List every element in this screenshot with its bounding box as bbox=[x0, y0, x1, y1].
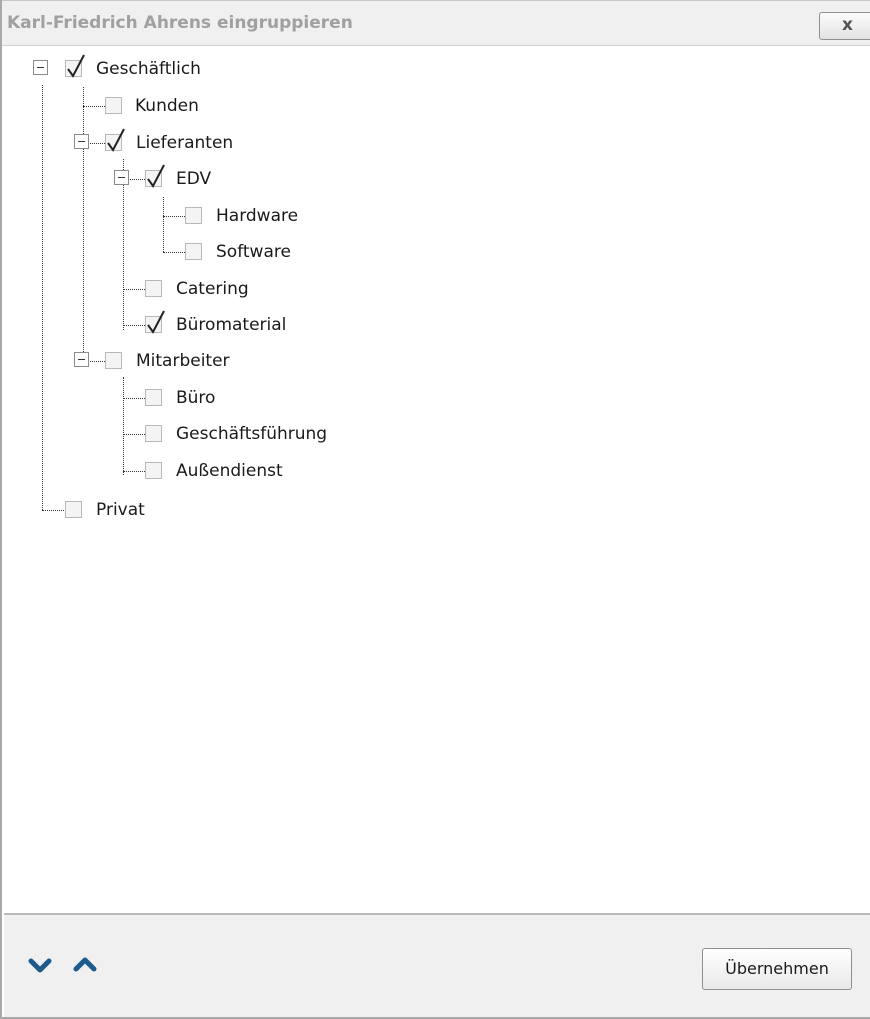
tree-connector bbox=[163, 197, 164, 252]
checkbox-privat[interactable] bbox=[65, 501, 82, 518]
tree-connector bbox=[90, 361, 105, 362]
tree-item-label[interactable]: Büromaterial bbox=[176, 315, 286, 335]
minus-icon bbox=[118, 177, 125, 178]
minus-icon bbox=[37, 67, 44, 68]
dialog-window: Karl-Friedrich Ahrens eingruppieren x Ge… bbox=[0, 0, 870, 1019]
checkmark-icon bbox=[147, 310, 165, 334]
checkbox-geschaeftsfuehrung[interactable] bbox=[145, 425, 162, 442]
tree-item-label[interactable]: Catering bbox=[176, 279, 249, 299]
chevron-up-icon bbox=[73, 957, 97, 972]
tree-connector bbox=[42, 510, 64, 511]
title-bar: Karl-Friedrich Ahrens eingruppieren x bbox=[2, 0, 870, 46]
tree-item-label[interactable]: Außendienst bbox=[176, 461, 283, 481]
checkbox-edv[interactable] bbox=[145, 164, 165, 188]
tree-item-label[interactable]: Hardware bbox=[216, 206, 298, 226]
tree-connector bbox=[123, 434, 145, 435]
apply-button[interactable]: Übernehmen bbox=[702, 948, 852, 990]
checkbox-hardware[interactable] bbox=[185, 207, 202, 224]
tree-connector bbox=[42, 85, 43, 510]
checkbox-bueromaterial[interactable] bbox=[145, 310, 165, 334]
tree-item-label[interactable]: Geschäftlich bbox=[96, 59, 201, 79]
collapse-toggle[interactable] bbox=[33, 60, 48, 75]
tree-item-label[interactable]: EDV bbox=[176, 169, 211, 189]
close-button[interactable]: x bbox=[819, 12, 870, 40]
collapse-toggle[interactable] bbox=[114, 170, 129, 185]
tree-connector bbox=[163, 216, 185, 217]
checkmark-icon bbox=[147, 164, 165, 188]
tree-connector bbox=[123, 471, 145, 472]
collapse-toggle[interactable] bbox=[74, 134, 89, 149]
checkbox-lieferanten[interactable] bbox=[105, 128, 125, 152]
tree-connector bbox=[130, 179, 145, 180]
checkbox-geschaeftlich[interactable] bbox=[65, 54, 85, 78]
move-down-button[interactable] bbox=[28, 957, 52, 975]
checkbox-aussendienst[interactable] bbox=[145, 462, 162, 479]
tree-connector bbox=[83, 106, 105, 107]
checkmark-icon bbox=[67, 54, 85, 78]
checkbox-mitarbeiter[interactable] bbox=[105, 352, 122, 369]
tree-connector bbox=[123, 377, 124, 475]
checkmark-icon bbox=[107, 128, 125, 152]
checkbox-catering[interactable] bbox=[145, 280, 162, 297]
dialog-footer: Übernehmen bbox=[4, 913, 870, 1017]
tree-connector bbox=[123, 289, 145, 290]
tree-connector bbox=[123, 325, 145, 326]
checkbox-kunden[interactable] bbox=[105, 97, 122, 114]
tree-connector bbox=[90, 143, 105, 144]
tree-item-label[interactable]: Mitarbeiter bbox=[136, 351, 230, 371]
group-tree: Geschäftlich Kunden Lieferanten EDV Hard… bbox=[4, 47, 870, 913]
tree-connector bbox=[123, 398, 145, 399]
tree-item-label[interactable]: Privat bbox=[96, 500, 145, 520]
tree-item-label[interactable]: Lieferanten bbox=[136, 133, 233, 153]
tree-item-label[interactable]: Kunden bbox=[135, 96, 199, 116]
tree-item-label[interactable]: Büro bbox=[176, 388, 215, 408]
checkbox-buero[interactable] bbox=[145, 389, 162, 406]
tree-item-label[interactable]: Software bbox=[216, 242, 291, 262]
move-up-button[interactable] bbox=[73, 955, 97, 973]
close-icon: x bbox=[842, 15, 853, 35]
dialog-title: Karl-Friedrich Ahrens eingruppieren bbox=[7, 13, 353, 33]
minus-icon bbox=[78, 359, 85, 360]
collapse-toggle[interactable] bbox=[74, 352, 89, 367]
tree-connector bbox=[83, 87, 84, 366]
chevron-down-icon bbox=[28, 958, 52, 973]
tree-connector bbox=[163, 252, 185, 253]
minus-icon bbox=[78, 141, 85, 142]
checkbox-software[interactable] bbox=[185, 243, 202, 260]
tree-item-label[interactable]: Geschäftsführung bbox=[176, 424, 327, 444]
